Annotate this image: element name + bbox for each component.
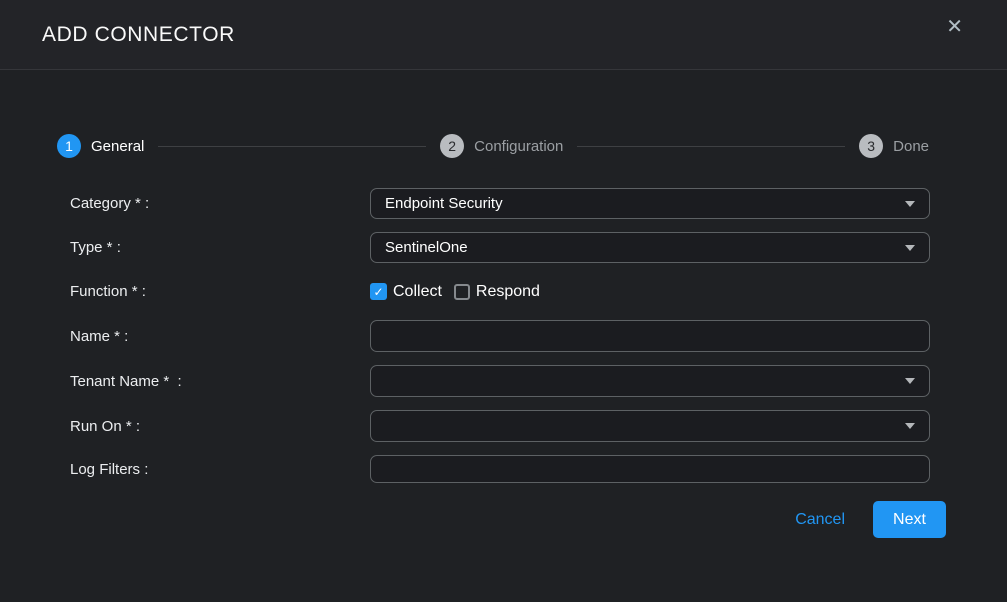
tenant-name-select[interactable] — [370, 365, 930, 397]
step-connector-line — [158, 146, 426, 147]
step-done: 3 Done — [859, 134, 929, 158]
close-icon[interactable]: ✕ — [946, 16, 963, 38]
log-filters-label: Log Filters : — [70, 461, 370, 478]
respond-checkbox[interactable] — [454, 284, 470, 300]
dialog-footer: Cancel Next — [0, 501, 1007, 538]
name-row: Name * : — [0, 320, 1007, 352]
step-number-badge: 2 — [440, 134, 464, 158]
category-label: Category * : — [70, 195, 370, 212]
step-number-badge: 3 — [859, 134, 883, 158]
step-label: Configuration — [474, 138, 563, 155]
step-number-badge: 1 — [57, 134, 81, 158]
collect-checkbox-item: ✓ Collect — [370, 283, 442, 301]
category-select-value: Endpoint Security — [385, 195, 503, 212]
chevron-down-icon — [905, 423, 915, 429]
chevron-down-icon — [905, 245, 915, 251]
dialog-header: ADD CONNECTOR ✕ — [0, 0, 1007, 70]
dialog-title: ADD CONNECTOR — [42, 23, 235, 47]
name-input[interactable] — [370, 320, 930, 352]
respond-checkbox-item: Respond — [454, 283, 540, 301]
type-label: Type * : — [70, 239, 370, 256]
function-row: Function * : ✓ Collect Respond — [0, 276, 1007, 307]
function-label: Function * : — [70, 283, 370, 300]
log-filters-input[interactable] — [370, 455, 930, 483]
connector-form: Category * : Endpoint Security Type * : … — [0, 188, 1007, 483]
run-on-select[interactable] — [370, 410, 930, 442]
stepper: 1 General 2 Configuration 3 Done — [57, 134, 929, 158]
category-row: Category * : Endpoint Security — [0, 188, 1007, 219]
name-label: Name * : — [70, 328, 370, 345]
run-on-label: Run On * : — [70, 418, 370, 435]
step-label: General — [91, 138, 144, 155]
collect-checkbox[interactable]: ✓ — [370, 283, 387, 300]
tenant-name-label: Tenant Name * : — [70, 373, 370, 390]
collect-checkbox-label: Collect — [393, 283, 442, 301]
tenant-name-row: Tenant Name * : — [0, 365, 1007, 397]
category-select[interactable]: Endpoint Security — [370, 188, 930, 219]
next-button[interactable]: Next — [873, 501, 946, 538]
step-connector-line — [577, 146, 845, 147]
run-on-row: Run On * : — [0, 410, 1007, 442]
add-connector-dialog: ADD CONNECTOR ✕ 1 General 2 Configuratio… — [0, 0, 1007, 602]
step-configuration: 2 Configuration — [440, 134, 563, 158]
type-row: Type * : SentinelOne — [0, 232, 1007, 263]
type-select[interactable]: SentinelOne — [370, 232, 930, 263]
chevron-down-icon — [905, 378, 915, 384]
type-select-value: SentinelOne — [385, 239, 468, 256]
chevron-down-icon — [905, 201, 915, 207]
respond-checkbox-label: Respond — [476, 283, 540, 301]
log-filters-row: Log Filters : — [0, 455, 1007, 483]
cancel-button[interactable]: Cancel — [795, 511, 845, 529]
step-general: 1 General — [57, 134, 144, 158]
step-label: Done — [893, 138, 929, 155]
